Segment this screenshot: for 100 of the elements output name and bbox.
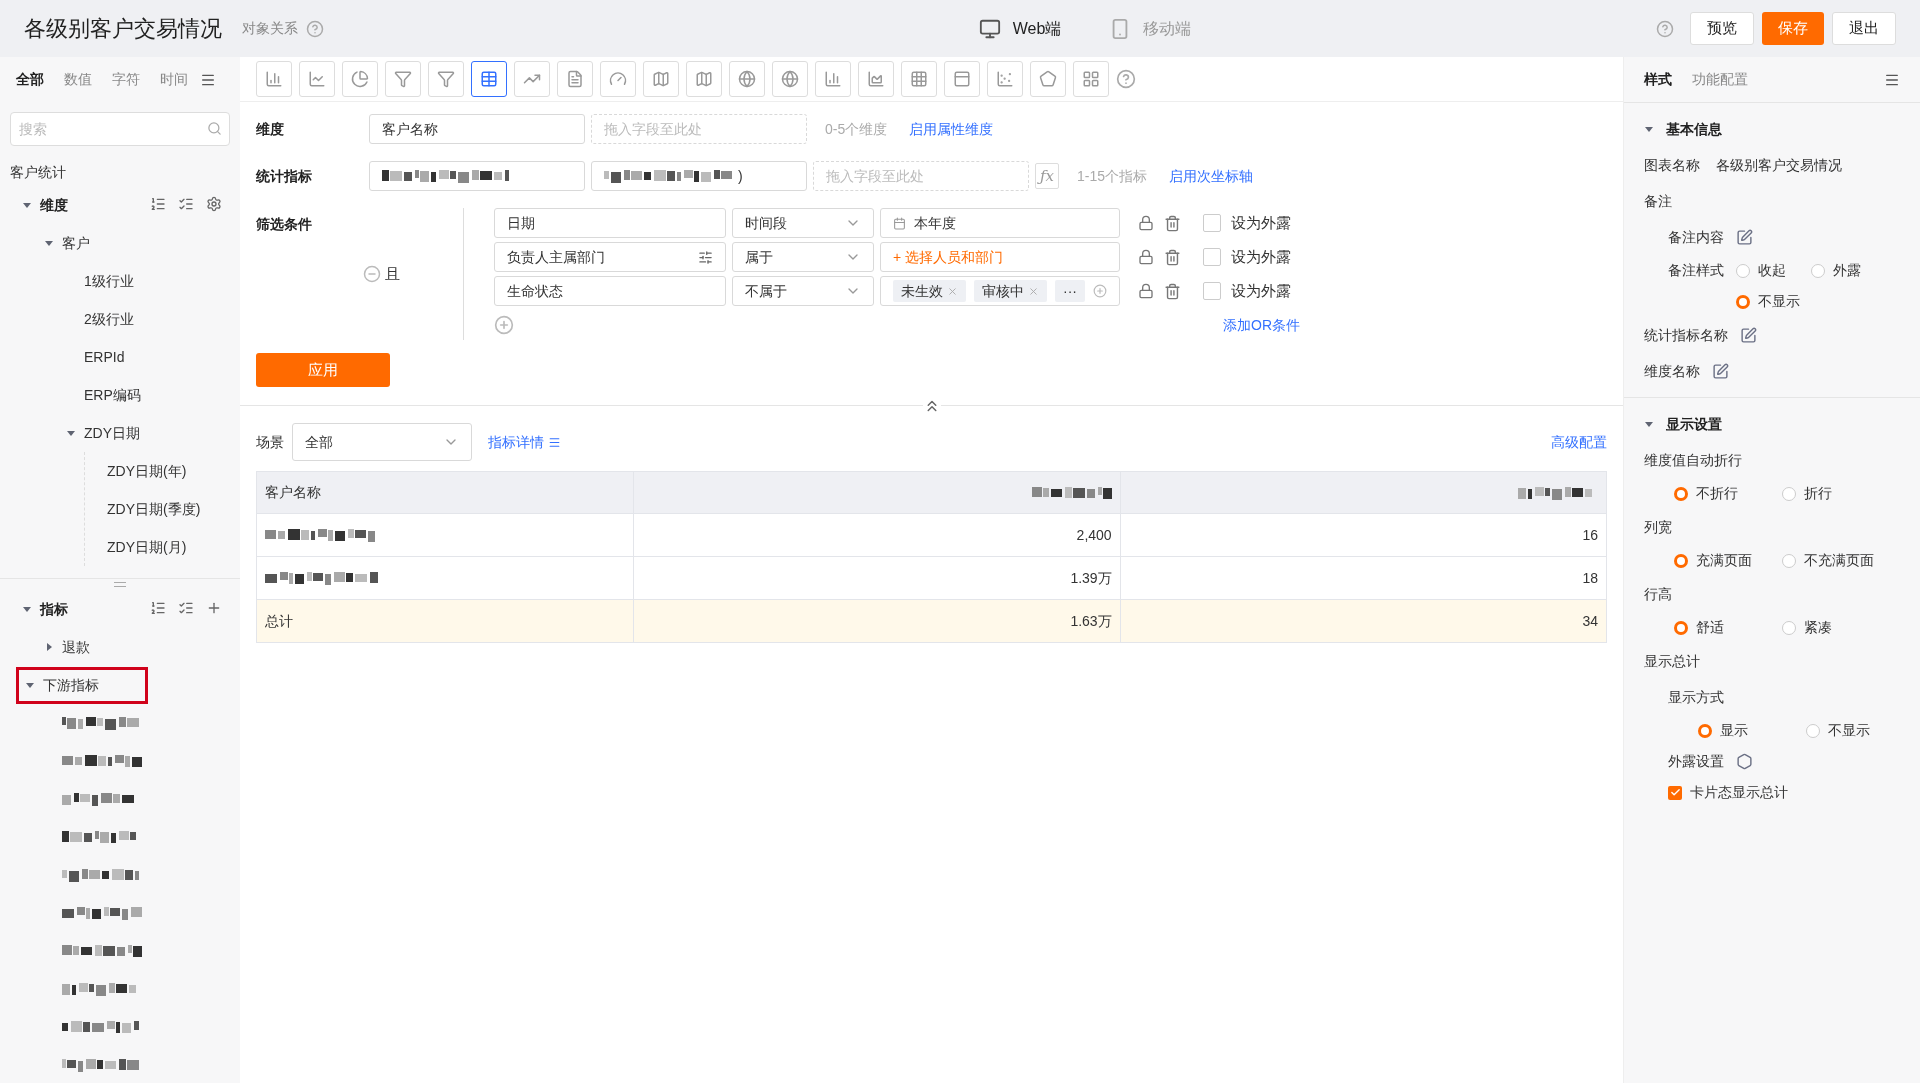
grid-icon[interactable] (901, 61, 937, 97)
link[interactable]: 启用属性维度 (909, 118, 994, 140)
add-or-link[interactable]: 添加OR条件 (1223, 314, 1300, 336)
radio-button[interactable] (1674, 620, 1688, 635)
radio-button[interactable] (1806, 723, 1820, 738)
tree-item[interactable]: 2级行业 (84, 308, 134, 330)
lock-icon[interactable] (1138, 249, 1154, 265)
field-chip[interactable]: 客户名称 (369, 114, 585, 144)
caret-down-icon[interactable] (66, 428, 76, 438)
bar-chart-icon[interactable] (256, 61, 292, 97)
remove-icon[interactable] (1028, 285, 1039, 297)
radio-label[interactable]: 不显示 (1758, 291, 1800, 312)
caret-down-icon[interactable] (22, 200, 32, 210)
pie-chart-icon[interactable] (342, 61, 378, 97)
lock-icon[interactable] (1138, 283, 1154, 299)
globe-icon[interactable] (729, 61, 765, 97)
field-type-tab[interactable]: 字符 (112, 69, 140, 90)
panel-tab[interactable]: 样式 (1644, 69, 1672, 90)
gauge-icon[interactable] (600, 61, 636, 97)
radio-label[interactable]: 收起 (1758, 260, 1786, 281)
help-icon[interactable] (1116, 69, 1136, 89)
radio-label[interactable]: 外露 (1833, 260, 1861, 281)
radio-label[interactable]: 不显示 (1828, 720, 1870, 741)
filter-field[interactable]: 负责人主属部门 (494, 242, 726, 272)
metric-details-link[interactable]: 指标详情 (488, 431, 561, 453)
radio-button[interactable] (1782, 620, 1796, 635)
radio-button[interactable] (1811, 263, 1825, 278)
tree-item[interactable]: 下游指标 (43, 674, 99, 696)
tree-item[interactable]: 维度 (40, 194, 68, 216)
operator-select[interactable]: 不属于 (732, 276, 874, 306)
radio-button[interactable] (1782, 553, 1796, 568)
delete-icon[interactable] (1164, 214, 1181, 232)
tree-item[interactable]: ERP编码 (84, 384, 141, 406)
filter-value[interactable]: 本年度 (880, 208, 1120, 238)
operator-select[interactable]: 时间段 (732, 208, 874, 238)
radio-button[interactable] (1736, 294, 1750, 309)
edit-icon[interactable] (1712, 362, 1729, 380)
more-tag[interactable]: ··· (1055, 280, 1085, 302)
map-icon[interactable] (686, 61, 722, 97)
checkbox[interactable] (1203, 248, 1221, 266)
tree-item[interactable]: ZDY日期 (84, 422, 140, 444)
tiles-icon[interactable] (1073, 61, 1109, 97)
radio-button[interactable] (1674, 553, 1688, 568)
trend-chart-icon[interactable] (514, 61, 550, 97)
advanced-config-link[interactable]: 高级配置 (1551, 431, 1607, 453)
tree-item[interactable]: 客户 (62, 232, 90, 254)
tree-item[interactable]: ZDY日期(季度) (107, 498, 201, 520)
radio-label[interactable]: 充满页面 (1696, 550, 1752, 571)
edit-icon[interactable] (1736, 228, 1753, 246)
tree-item[interactable]: 指标 (40, 598, 68, 620)
resize-handle[interactable] (114, 582, 126, 587)
tree-item[interactable]: 1级行业 (84, 270, 134, 292)
caret-down-icon[interactable] (1644, 419, 1654, 429)
caret-down-icon[interactable] (1644, 124, 1654, 134)
radio-label[interactable]: 不折行 (1696, 483, 1738, 504)
table-icon[interactable] (471, 61, 507, 97)
help-icon[interactable] (306, 19, 324, 38)
caret-down-icon[interactable] (25, 680, 35, 690)
radio-label[interactable]: 紧凑 (1804, 617, 1832, 638)
caret-right-icon[interactable] (44, 642, 54, 652)
checkbox[interactable] (1203, 282, 1221, 300)
collapse-logic-icon[interactable] (363, 265, 381, 283)
operator-select[interactable]: 属于 (732, 242, 874, 272)
filter-field[interactable]: 生命状态 (494, 276, 726, 306)
field-chip[interactable]: ) (591, 161, 807, 191)
tree-item[interactable]: ZDY日期(月) (107, 536, 187, 558)
field-chip[interactable] (369, 161, 585, 191)
delete-icon[interactable] (1164, 282, 1181, 300)
device-tab[interactable]: Web端 (978, 16, 1062, 41)
radio-label[interactable]: 舒适 (1696, 617, 1724, 638)
map-icon[interactable] (643, 61, 679, 97)
radio-button[interactable] (1736, 263, 1750, 278)
tree-item[interactable]: ZDY日期(年) (107, 460, 187, 482)
tree-item[interactable]: ERPId (84, 346, 125, 368)
tree-item[interactable]: 退款 (62, 636, 90, 658)
drop-field[interactable]: 拖入字段至此处 (813, 161, 1029, 191)
scene-select[interactable]: 全部 (292, 423, 472, 461)
add-icon[interactable] (206, 600, 222, 616)
radio-label[interactable]: 显示 (1720, 720, 1748, 741)
help-icon[interactable] (1656, 19, 1674, 38)
caret-down-icon[interactable] (44, 238, 54, 248)
hexagon-settings-icon[interactable] (1736, 753, 1753, 770)
search-icon[interactable] (207, 121, 222, 136)
delete-icon[interactable] (1164, 248, 1181, 266)
settings-icon[interactable] (206, 196, 222, 212)
caret-down-icon[interactable] (22, 604, 32, 614)
globe-icon[interactable] (772, 61, 808, 97)
filter-field[interactable]: 日期 (494, 208, 726, 238)
line-chart-icon[interactable] (299, 61, 335, 97)
header-button[interactable]: 预览 (1690, 12, 1754, 45)
funnel-icon[interactable] (385, 61, 421, 97)
area-chart-icon[interactable] (858, 61, 894, 97)
radio-button[interactable] (1674, 486, 1688, 501)
header-button[interactable]: 退出 (1832, 12, 1896, 45)
add-icon[interactable] (1093, 282, 1107, 300)
checkbox[interactable] (1668, 785, 1682, 800)
funnel-icon[interactable] (428, 61, 464, 97)
document-icon[interactable] (557, 61, 593, 97)
add-condition-icon[interactable] (494, 315, 514, 335)
filter-value[interactable]: 未生效 审核中 ··· (880, 276, 1120, 306)
